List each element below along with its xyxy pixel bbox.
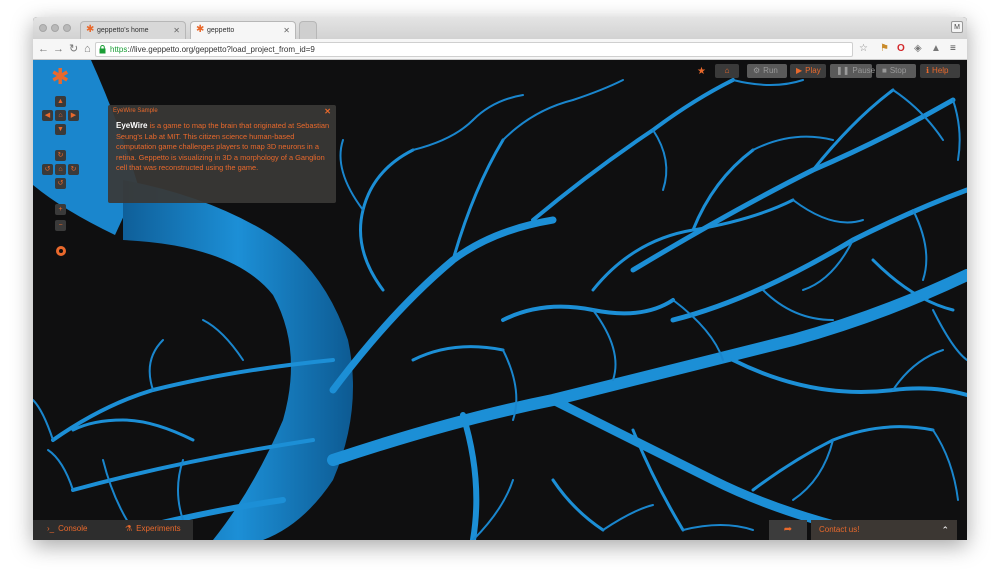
pan-up-button[interactable]: ▲ xyxy=(55,96,66,107)
profile-button[interactable]: M xyxy=(951,21,963,33)
url-rest: ://live.geppetto.org/geppetto?load_proje… xyxy=(127,45,315,54)
stop-label: Stop xyxy=(889,66,907,75)
extension-icon[interactable]: ⚑ xyxy=(880,43,889,55)
geppetto-canvas[interactable]: ✱ ▲ ◀ ⌂ ▶ ▼ ↻ ↺ ⌂ ↻ ↺ + − EyeWire Sample… xyxy=(33,60,967,540)
rotate-down-button[interactable]: ↺ xyxy=(55,178,66,189)
rotate-home-button[interactable]: ⌂ xyxy=(55,164,66,175)
address-bar[interactable]: https://live.geppetto.org/geppetto?load_… xyxy=(95,42,853,57)
rotate-up-button[interactable]: ↻ xyxy=(55,150,66,161)
tab-geppetto[interactable]: ✱ geppetto ✕ xyxy=(190,21,296,39)
popup-text: is a game to map the brain that originat… xyxy=(116,121,330,172)
info-icon: ℹ xyxy=(926,66,930,75)
run-button[interactable]: ⚙ Run xyxy=(747,64,787,78)
pause-label: Pause xyxy=(852,66,876,75)
rotate-right-button[interactable]: ↻ xyxy=(68,164,79,175)
tab-title: geppetto's home xyxy=(97,27,149,34)
bookmark-star-icon[interactable]: ☆ xyxy=(859,43,868,55)
geppetto-star-icon: ✱ xyxy=(86,24,95,35)
pause-icon: ❚❚ xyxy=(836,66,850,75)
geppetto-logo: ✱ xyxy=(51,64,70,89)
popup-body: EyeWire is a game to map the brain that … xyxy=(116,121,330,174)
tab-strip: ✱ geppetto's home ✕ ✱ geppetto ✕ M xyxy=(33,17,967,39)
experiments-tab[interactable]: ⚗ Experiments xyxy=(125,524,181,533)
opera-icon[interactable]: O xyxy=(897,43,905,55)
play-label: Play xyxy=(805,66,821,75)
tab-title: geppetto xyxy=(207,27,235,34)
pan-right-button[interactable]: ▶ xyxy=(68,110,79,121)
contact-label: Contact us! xyxy=(819,525,860,534)
bottom-tab-bar: ›_ Console ⚗ Experiments xyxy=(33,520,193,540)
close-tab-icon[interactable]: ✕ xyxy=(173,26,180,35)
pan-left-button[interactable]: ◀ xyxy=(42,110,53,121)
browser-toolbar: ← → ↻ ⌂ https://live.geppetto.org/geppet… xyxy=(33,39,967,60)
console-label: Console xyxy=(58,524,88,533)
star-icon[interactable]: ★ xyxy=(697,66,706,77)
stop-button[interactable]: ■ Stop xyxy=(876,64,916,78)
back-arrow-icon[interactable]: ← xyxy=(38,42,49,56)
help-button[interactable]: ℹ Help xyxy=(920,64,960,78)
zoom-in-button[interactable]: + xyxy=(55,204,66,215)
popup-lead: EyeWire xyxy=(116,121,148,130)
new-tab-button[interactable] xyxy=(299,21,317,39)
popup-title: EyeWire Sample xyxy=(113,108,158,114)
home-icon[interactable]: ⌂ xyxy=(84,42,91,56)
pan-down-button[interactable]: ▼ xyxy=(55,124,66,135)
tab-geppetto-home[interactable]: ✱ geppetto's home ✕ xyxy=(80,21,186,39)
contact-panel[interactable]: Contact us! ⌃ xyxy=(811,520,957,540)
info-popup: EyeWire Sample ✕ EyeWire is a game to ma… xyxy=(108,105,336,203)
close-tab-icon[interactable]: ✕ xyxy=(283,26,290,35)
flask-icon: ⚗ xyxy=(125,524,133,533)
geppetto-star-icon: ✱ xyxy=(196,24,205,35)
rotate-left-button[interactable]: ↺ xyxy=(42,164,53,175)
help-label: Help xyxy=(932,66,949,75)
play-button[interactable]: ▶ Play xyxy=(790,64,826,78)
drive-icon[interactable]: ▲ xyxy=(931,43,941,55)
experiments-label: Experiments xyxy=(136,524,181,533)
pause-button[interactable]: ❚❚ Pause xyxy=(830,64,876,78)
close-window-button[interactable] xyxy=(39,24,47,32)
terminal-icon: ›_ xyxy=(47,524,55,533)
pan-home-button[interactable]: ⌂ xyxy=(55,110,66,121)
play-icon: ▶ xyxy=(796,66,803,75)
close-icon[interactable]: ✕ xyxy=(324,107,331,116)
console-tab[interactable]: ›_ Console xyxy=(47,524,87,533)
menu-icon[interactable]: ≡ xyxy=(950,43,956,55)
home-button[interactable]: ⌂ xyxy=(715,64,739,78)
minimize-window-button[interactable] xyxy=(51,24,59,32)
zoom-out-button[interactable]: − xyxy=(55,220,66,231)
run-label: Run xyxy=(763,66,778,75)
github-icon[interactable] xyxy=(56,246,66,256)
chevron-up-icon[interactable]: ⌃ xyxy=(941,520,949,540)
stop-icon: ■ xyxy=(882,66,887,75)
forward-arrow-icon[interactable]: → xyxy=(53,42,64,56)
browser-window: ✱ geppetto's home ✕ ✱ geppetto ✕ M ← → ↻… xyxy=(33,17,967,540)
url-scheme: https xyxy=(110,45,128,54)
gears-icon: ⚙ xyxy=(753,66,761,75)
lock-icon xyxy=(99,45,106,54)
reload-icon[interactable]: ↻ xyxy=(69,42,78,56)
maximize-window-button[interactable] xyxy=(63,24,71,32)
share-button[interactable]: ➦ xyxy=(769,520,807,540)
cube-icon[interactable]: ◈ xyxy=(914,43,922,55)
